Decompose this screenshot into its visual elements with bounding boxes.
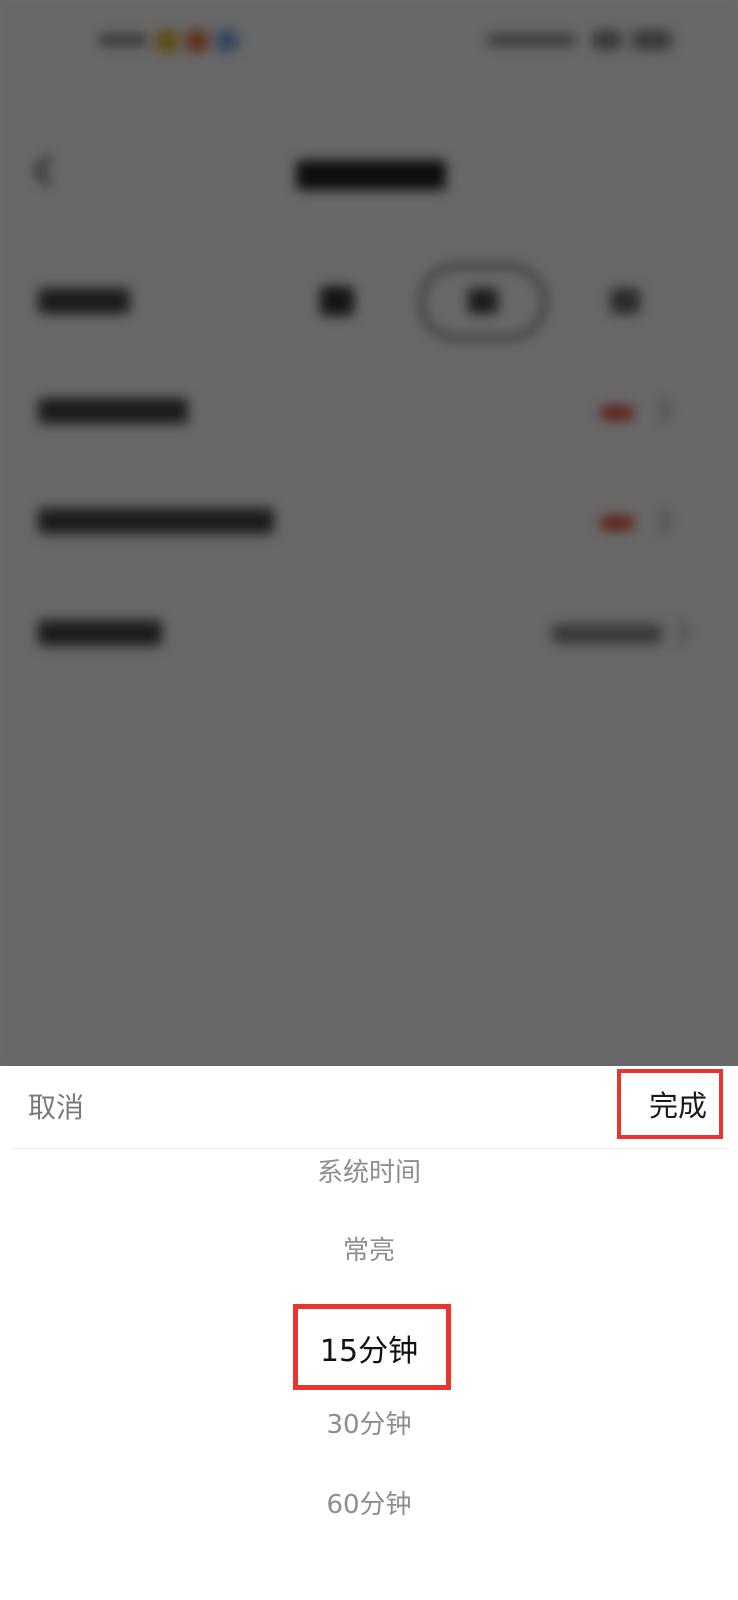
time-picker-sheet: 取消 完成 系统时间 常亮 15分钟 30分钟 60分钟 <box>0 1066 738 1600</box>
picker-option-system-time[interactable]: 系统时间 <box>0 1152 738 1189</box>
sheet-header: 取消 完成 <box>0 1066 738 1148</box>
divider <box>12 1148 726 1149</box>
picker-option-15-minutes[interactable]: 15分钟 <box>0 1326 738 1370</box>
done-button[interactable]: 完成 <box>617 1069 723 1139</box>
picker-option-60-minutes[interactable]: 60分钟 <box>0 1484 738 1521</box>
picker-option-always-on[interactable]: 常亮 <box>0 1230 738 1267</box>
cancel-button[interactable]: 取消 <box>28 1086 84 1126</box>
screen: 取消 完成 系统时间 常亮 15分钟 30分钟 60分钟 <box>0 0 738 1600</box>
picker-option-30-minutes[interactable]: 30分钟 <box>0 1404 738 1441</box>
modal-dim-overlay[interactable] <box>0 0 738 1070</box>
